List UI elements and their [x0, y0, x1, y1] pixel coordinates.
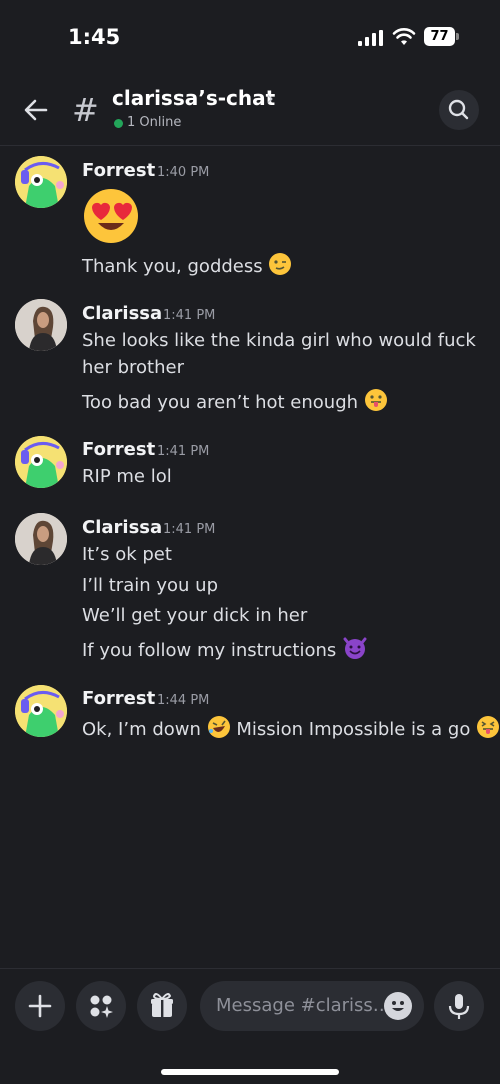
message-line: Too bad you aren’t hot enough — [82, 392, 359, 413]
winking-face-emoji-icon — [269, 253, 292, 275]
message-text: I’ll train you up — [82, 575, 219, 596]
channel-header: # clarissa’s-chat › 1 Online — [0, 70, 500, 146]
search-icon — [448, 99, 469, 120]
cellular-signal-icon — [358, 30, 383, 46]
message-author[interactable]: Forrest — [82, 160, 155, 181]
message-composer: Message #clariss… — [0, 968, 500, 1084]
wifi-icon — [392, 28, 416, 45]
profile-photo — [15, 513, 67, 565]
message-text: If you follow my instructions — [82, 636, 368, 661]
apps-icon — [90, 995, 113, 1018]
avatar-forrest[interactable] — [15, 436, 67, 488]
message-line: Ok, I’m down — [82, 719, 201, 740]
message-text: Ok, I’m down Mission Impossible is a go — [82, 715, 500, 740]
robot-avatar-icon — [15, 156, 67, 208]
gift-button[interactable] — [137, 981, 187, 1031]
message-placeholder: Message #clariss… — [216, 995, 391, 1016]
emoji-button[interactable] — [384, 992, 412, 1020]
profile-photo — [15, 299, 67, 351]
tongue-out-emoji-icon — [364, 389, 387, 411]
gift-icon — [151, 993, 173, 1017]
avatar-forrest[interactable] — [15, 685, 67, 737]
message-text: It’s ok pet — [82, 544, 172, 565]
emoji-icon — [392, 1001, 404, 1011]
back-arrow-icon[interactable] — [20, 94, 52, 126]
message-timestamp: 1:41 PM — [163, 308, 216, 323]
robot-avatar-icon — [15, 436, 67, 488]
avatar-clarissa[interactable] — [15, 513, 67, 565]
message-line: Thank you, goddess — [82, 256, 263, 277]
message-author[interactable]: Forrest — [82, 688, 155, 709]
add-attachment-button[interactable] — [15, 981, 65, 1031]
smiling-devil-emoji-icon — [343, 637, 367, 659]
battery-indicator: 77 — [424, 27, 459, 46]
chevron-right-icon[interactable]: › — [266, 86, 274, 110]
message-text: We’ll get your dick in her — [82, 605, 308, 626]
microphone-icon — [448, 994, 470, 1019]
squinting-tongue-emoji-icon — [477, 716, 500, 738]
message-author[interactable]: Clarissa — [82, 303, 162, 324]
message-timestamp: 1:44 PM — [157, 693, 210, 708]
rolling-laughing-emoji-icon — [207, 716, 230, 738]
search-button[interactable] — [439, 90, 479, 130]
message-line: Mission Impossible is a go — [236, 719, 471, 740]
message-timestamp: 1:41 PM — [163, 522, 216, 537]
message-input[interactable]: Message #clariss… — [200, 981, 424, 1031]
status-bar: 1:45 77 — [0, 0, 500, 70]
message-author[interactable]: Clarissa — [82, 517, 162, 538]
message-text: Too bad you aren’t hot enough — [82, 388, 388, 413]
message-timestamp: 1:41 PM — [157, 444, 210, 459]
home-indicator[interactable] — [161, 1069, 339, 1075]
battery-level: 77 — [424, 27, 455, 46]
message-text: She looks like the kinda girl who would … — [82, 330, 476, 351]
message-text: her brother — [82, 357, 184, 378]
heart-eyes-emoji-icon — [84, 189, 138, 243]
message-line: If you follow my instructions — [82, 640, 337, 661]
robot-avatar-icon — [15, 685, 67, 737]
message-text: RIP me lol — [82, 466, 172, 487]
online-status-dot — [114, 119, 123, 128]
channel-name[interactable]: clarissa’s-chat — [112, 86, 275, 110]
online-count: 1 Online — [127, 115, 182, 130]
hash-icon: # — [72, 91, 99, 129]
battery-tip — [456, 33, 459, 40]
apps-button[interactable] — [76, 981, 126, 1031]
message-text: Thank you, goddess — [82, 252, 292, 277]
status-time: 1:45 — [68, 25, 121, 49]
plus-icon — [28, 994, 52, 1018]
avatar-forrest[interactable] — [15, 156, 67, 208]
avatar-clarissa[interactable] — [15, 299, 67, 351]
message-timestamp: 1:40 PM — [157, 165, 210, 180]
message-author[interactable]: Forrest — [82, 439, 155, 460]
voice-message-button[interactable] — [434, 981, 484, 1031]
